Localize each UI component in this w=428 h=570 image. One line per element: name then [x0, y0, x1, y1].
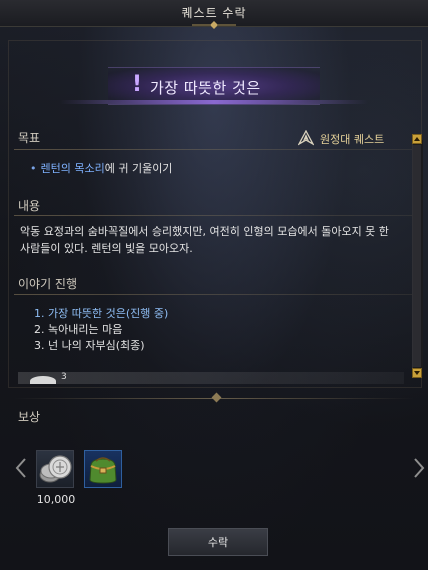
next-arrow-icon[interactable]	[412, 456, 426, 480]
item-count: 3	[61, 372, 67, 382]
objective-item: • 렌턴의 목소리에 귀 기울이기	[30, 160, 172, 176]
expedition-emblem-icon	[298, 130, 314, 146]
scroll-up-button[interactable]	[412, 134, 422, 144]
reward-section-label: 보상	[18, 410, 41, 424]
title-ornament-icon	[192, 21, 236, 29]
reward-item-silver[interactable]	[36, 450, 74, 488]
green-bag-icon	[89, 457, 117, 484]
goal-divider	[14, 149, 414, 150]
item-icon	[30, 376, 56, 384]
quest-type-tag: 원정대 퀘스트	[298, 130, 398, 146]
objective-highlight: 렌턴의 목소리	[40, 162, 105, 175]
scrollbar-thumb[interactable]	[413, 145, 421, 367]
objective-text: 에 귀 기울이기	[104, 162, 173, 175]
story-step-current: 1. 가장 따뜻한 것은(진행 중)	[34, 307, 169, 320]
content-section-label: 내용	[18, 199, 41, 213]
reward-item-bag[interactable]	[84, 450, 122, 488]
banner-glow-line	[60, 100, 368, 104]
goal-section-label: 목표	[18, 131, 41, 145]
list-item-partial: 3	[18, 372, 404, 384]
quest-accept-window: 퀘스트 수락 ! 가장 따뜻한 것은 목표 원정대 퀘스트 • 렌턴의 목소리에 …	[0, 0, 428, 570]
story-section-label: 이야기 진행	[18, 277, 78, 291]
accept-button[interactable]: 수락	[168, 528, 268, 556]
story-divider	[14, 294, 414, 295]
silver-coins-icon	[39, 455, 72, 483]
story-step: 3. 넌 나의 자부심(최종)	[34, 339, 145, 352]
quest-description: 악동 요정과의 숨바꼭질에서 승리했지만, 여전히 인형의 모습에서 돌아오지 …	[20, 225, 389, 255]
content-divider	[14, 215, 414, 216]
bullet-icon: •	[30, 162, 37, 175]
story-step: 2. 녹아내리는 마음	[34, 323, 123, 336]
divider-diamond-icon	[211, 392, 222, 403]
quest-exclamation-icon: !	[132, 72, 143, 97]
reward-quantity: 10,000	[36, 493, 76, 506]
scroll-down-button[interactable]	[412, 368, 422, 378]
quest-type-label: 원정대 퀘스트	[320, 133, 385, 146]
quest-title: 가장 따뜻한 것은	[150, 79, 261, 97]
previous-arrow-icon[interactable]	[14, 456, 28, 480]
window-title: 퀘스트 수락	[181, 6, 247, 20]
